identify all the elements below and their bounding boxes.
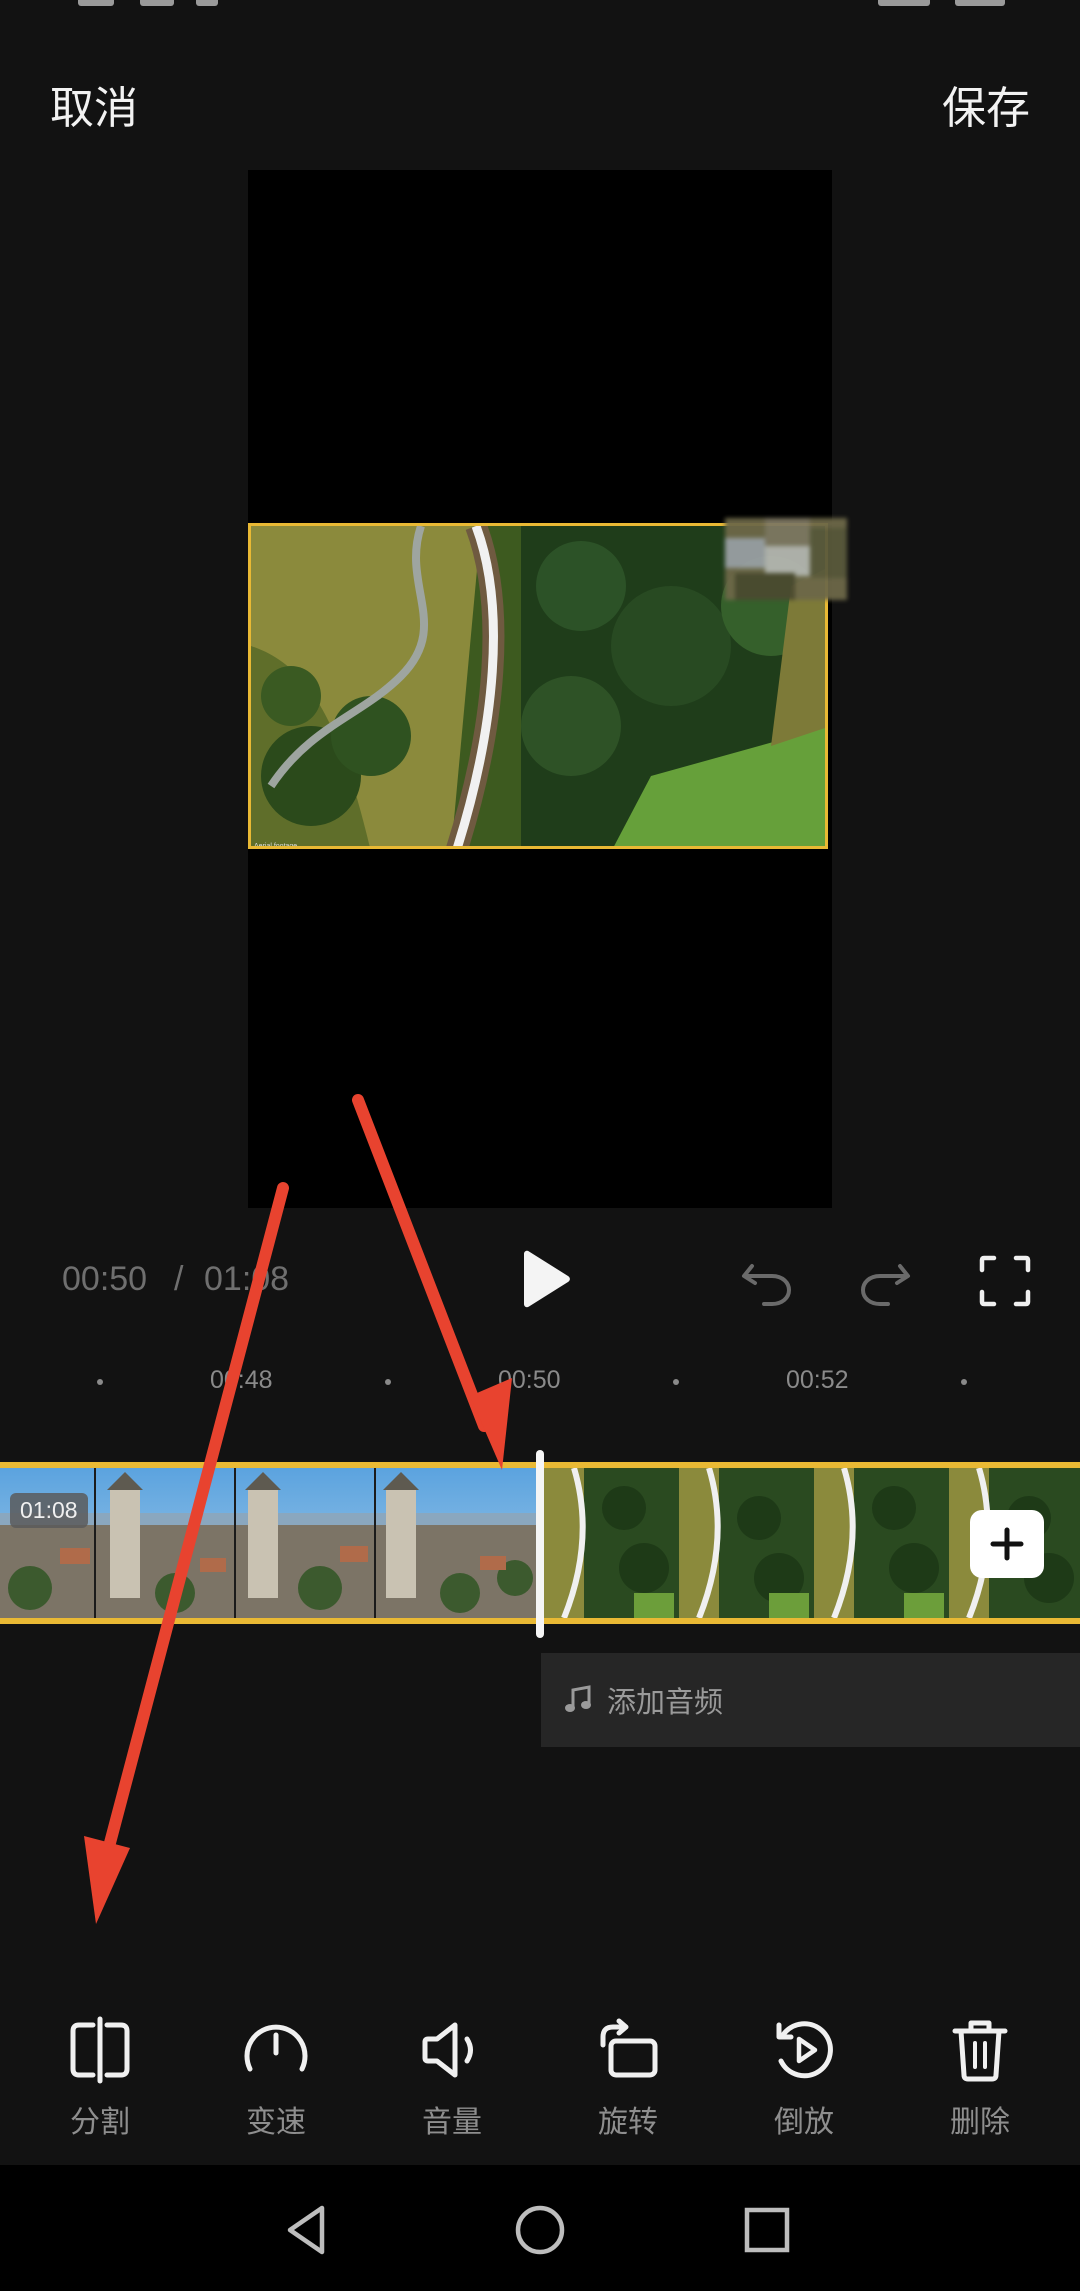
- delete-icon: [952, 2020, 1008, 2082]
- total-time: 01:08: [204, 1260, 290, 1298]
- ruler-label: 00:48: [210, 1366, 273, 1394]
- nav-back-icon[interactable]: [282, 2203, 332, 2257]
- volume-icon: [422, 2022, 473, 2078]
- system-nav-bar: [0, 2165, 1080, 2291]
- reverse-tool[interactable]: 倒放: [734, 2015, 874, 2145]
- time-separator: /: [174, 1260, 184, 1298]
- add-clip-button[interactable]: [970, 1510, 1044, 1578]
- battery-icon: [878, 0, 930, 6]
- ruler-dot: [673, 1379, 679, 1385]
- wifi-icon: [196, 0, 218, 6]
- volume-label: 音量: [422, 2106, 482, 2139]
- split-icon: [70, 2016, 130, 2084]
- ruler-dot: [961, 1379, 967, 1385]
- blurred-watermark: [725, 518, 847, 600]
- ruler-label: 00:50: [498, 1366, 561, 1394]
- status-bar: [0, 0, 1080, 20]
- speed-icon: [244, 2024, 308, 2072]
- rotate-icon: [600, 2018, 658, 2078]
- video-clip-city[interactable]: 01:08: [0, 1468, 536, 1618]
- undo-icon[interactable]: [738, 1252, 796, 1310]
- arrow-head: [84, 1836, 130, 1924]
- add-audio-label: 添加音频: [607, 1687, 724, 1719]
- rotate-label: 旋转: [598, 2106, 658, 2139]
- current-time: 00:50: [62, 1260, 148, 1298]
- ruler-label: 00:52: [786, 1366, 849, 1394]
- split-tool[interactable]: 分割: [30, 2015, 170, 2145]
- fullscreen-icon[interactable]: [976, 1252, 1034, 1310]
- plus-icon: [990, 1527, 1024, 1561]
- volume-tool[interactable]: 音量: [382, 2015, 522, 2145]
- city-thumbnails: [0, 1468, 536, 1618]
- nav-home-icon[interactable]: [513, 2203, 567, 2257]
- speed-tool[interactable]: 变速: [206, 2015, 346, 2145]
- ruler-dot: [385, 1379, 391, 1385]
- play-icon[interactable]: [516, 1250, 574, 1308]
- signal-icon: [140, 0, 174, 6]
- redo-icon[interactable]: [856, 1252, 914, 1310]
- ruler-dot: [97, 1379, 103, 1385]
- cancel-button[interactable]: 取消: [50, 72, 138, 136]
- rotate-tool[interactable]: 旋转: [558, 2015, 698, 2145]
- signal-icon: [78, 0, 114, 6]
- clip-duration-badge: 01:08: [10, 1493, 88, 1528]
- nav-recents-icon[interactable]: [742, 2205, 792, 2255]
- playhead[interactable]: [536, 1450, 544, 1638]
- reverse-label: 倒放: [774, 2106, 834, 2139]
- reverse-icon: [776, 2021, 833, 2079]
- add-audio-button[interactable]: 添加音频: [541, 1653, 1080, 1747]
- clock-text: [955, 0, 1005, 6]
- delete-tool[interactable]: 删除: [910, 2015, 1050, 2145]
- svg-text:Aerial footage: Aerial footage: [254, 843, 297, 849]
- split-label: 分割: [70, 2106, 130, 2139]
- music-note-icon: [565, 1685, 591, 1712]
- delete-label: 删除: [950, 2106, 1010, 2139]
- save-button[interactable]: 保存: [942, 72, 1030, 136]
- speed-label: 变速: [246, 2106, 306, 2139]
